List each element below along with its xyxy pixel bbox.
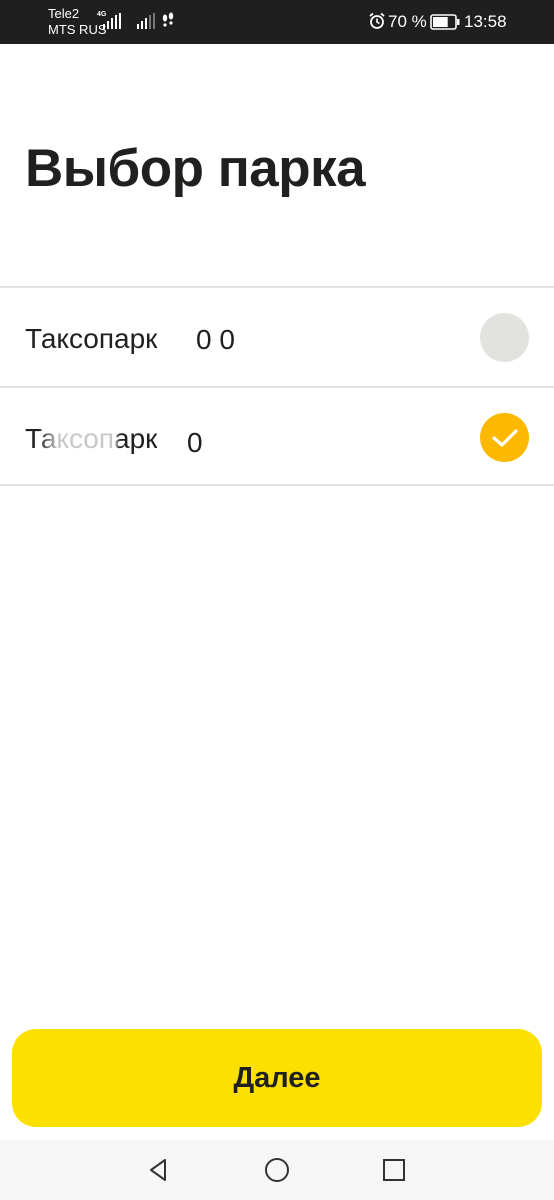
alarm-icon: [369, 12, 385, 29]
next-button-label: Далее: [233, 1062, 321, 1094]
park-number: 0: [187, 427, 203, 458]
carrier-name-2: MTS RUS: [48, 22, 107, 37]
park-label: Таксопарк: [25, 323, 158, 354]
steps-icon: [161, 12, 175, 31]
back-icon[interactable]: [145, 1156, 173, 1184]
carrier-name-1: Tele2: [48, 6, 80, 21]
next-button[interactable]: Далее: [12, 1029, 542, 1127]
park-option-1[interactable]: Таксопарк 0 0: [0, 286, 554, 386]
status-bar: Tele2 MTS RUS 4G 70 % 13:58: [0, 0, 554, 44]
park-label: Таксопарк: [25, 423, 158, 454]
recent-apps-icon[interactable]: [380, 1156, 408, 1184]
home-icon[interactable]: [263, 1156, 291, 1184]
battery-percent: 70 %: [388, 12, 427, 31]
park-option-2[interactable]: Таксопарк 0: [0, 386, 554, 486]
battery-icon: [430, 14, 460, 30]
navigation-bar: [0, 1140, 554, 1200]
park-list: Таксопарк 0 0 Таксопарк 0: [0, 286, 554, 486]
signal-icon: [103, 13, 121, 29]
signal-icon: [137, 13, 155, 29]
checkmark-selected-icon[interactable]: [480, 413, 529, 462]
park-number: 0 0: [196, 324, 235, 355]
radio-unselected-icon[interactable]: [480, 313, 529, 362]
page-title: Выбор парка: [25, 139, 366, 198]
clock: 13:58: [464, 12, 507, 31]
